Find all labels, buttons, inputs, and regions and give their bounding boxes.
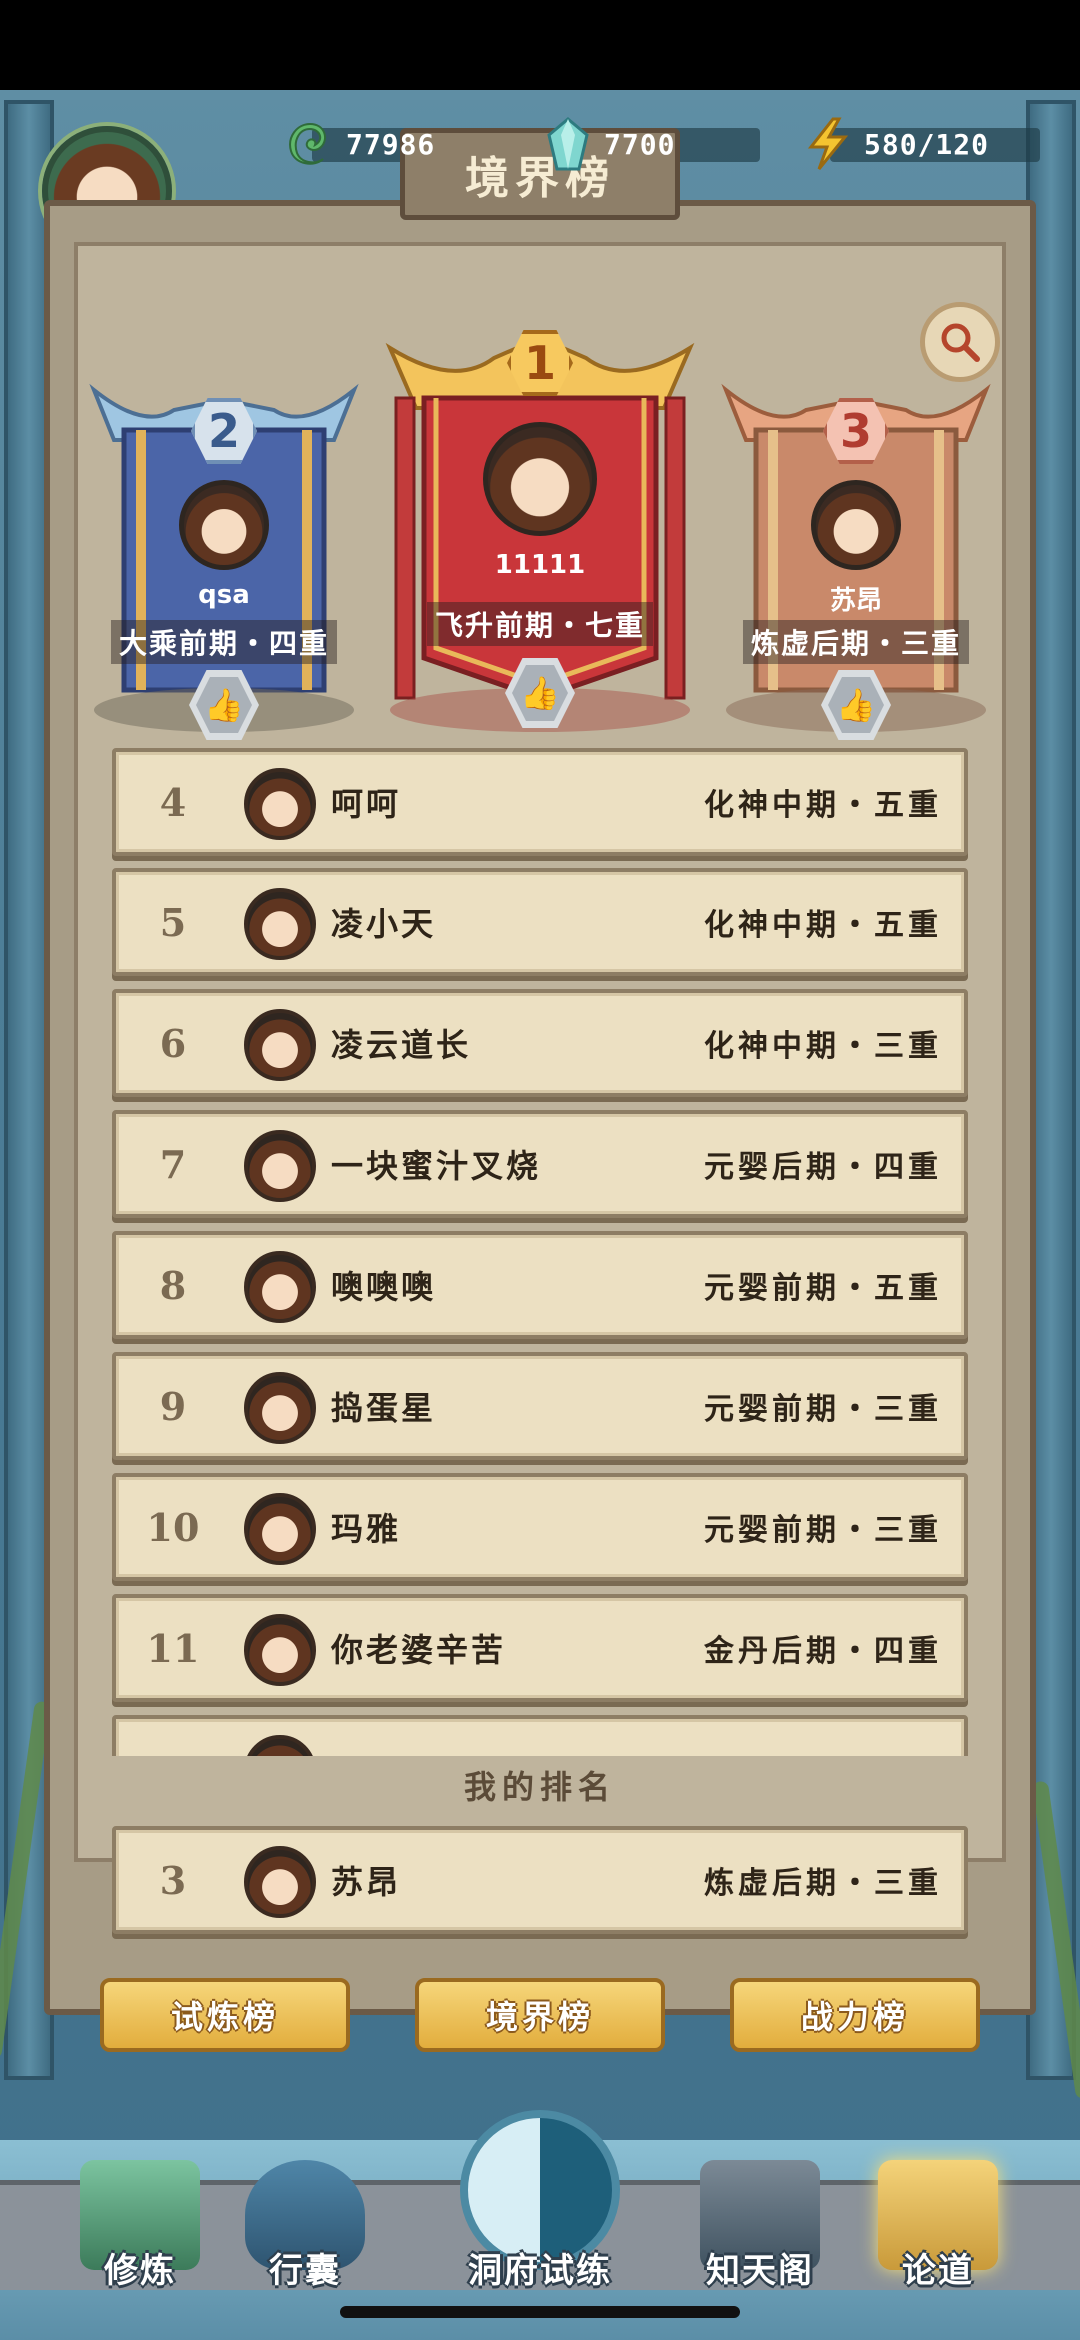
podium-realm: 炼虚后期・三重 — [742, 620, 970, 664]
energy-value: 580/120 — [864, 127, 990, 161]
podium-name: qsa — [198, 580, 250, 610]
avatar — [244, 1614, 316, 1686]
avatar — [483, 422, 597, 536]
avatar — [244, 1009, 316, 1081]
avatar — [179, 480, 269, 570]
row-rank: 7 — [159, 1141, 187, 1187]
nav-cultivate[interactable]: 修炼 — [50, 2150, 230, 2300]
status-bar — [0, 0, 1080, 90]
table-row[interactable] — [112, 1715, 968, 1756]
row-realm: 元婴前期・三重 — [704, 1513, 942, 1548]
row-rank: 6 — [159, 1020, 187, 1066]
jade-icon — [282, 116, 338, 172]
table-row[interactable]: 8 噢噢噢 元婴前期・五重 — [112, 1231, 968, 1339]
tab-power-ranking[interactable]: 战力榜 — [730, 1978, 980, 2052]
podium-rank-2[interactable]: 2 qsa 大乘前期・四重 👍 — [84, 370, 364, 740]
row-realm: 元婴前期・三重 — [704, 1392, 942, 1427]
avatar — [244, 768, 316, 840]
nav-pavilion[interactable]: 知天阁 — [670, 2150, 850, 2300]
avatar — [244, 1493, 316, 1565]
table-row[interactable]: 4 呵呵 化神中期・五重 — [112, 748, 968, 856]
tab-trial-ranking[interactable]: 试炼榜 — [100, 1978, 350, 2052]
nav-discourse[interactable]: 论道 — [848, 2150, 1028, 2300]
nav-label: 修炼 — [104, 2251, 176, 2291]
nav-label: 知天阁 — [706, 2251, 814, 2291]
row-name: 苏昂 — [331, 1863, 402, 1901]
row-name: 呵呵 — [331, 785, 402, 823]
row-name: 噢噢噢 — [331, 1268, 437, 1306]
tab-realm-ranking[interactable]: 境界榜 — [415, 1978, 665, 2052]
row-rank: 4 — [159, 779, 187, 825]
table-row[interactable]: 10 玛雅 元婴前期・三重 — [112, 1473, 968, 1581]
table-row[interactable]: 7 一块蜜汁叉烧 元婴后期・四重 — [112, 1110, 968, 1218]
row-name: 捣蛋星 — [331, 1389, 437, 1427]
crystal-value: 7700 — [604, 127, 676, 161]
row-rank: 10 — [146, 1504, 200, 1550]
avatar — [244, 1735, 316, 1756]
table-row[interactable]: 9 捣蛋星 元婴前期・三重 — [112, 1352, 968, 1460]
energy-resource: 580/120 — [800, 116, 1040, 172]
avatar — [244, 1251, 316, 1323]
podium-name: 11111 — [494, 550, 586, 580]
row-rank: 9 — [159, 1383, 187, 1429]
avatar — [244, 1846, 316, 1918]
rank-list[interactable]: 4 呵呵 化神中期・五重 5 凌小天 化神中期・五重 6 凌云道长 化神中期・三… — [112, 748, 968, 1756]
row-rank: 5 — [159, 899, 187, 945]
jade-value: 77986 — [346, 127, 436, 161]
row-rank: 8 — [159, 1262, 187, 1308]
row-name: 凌云道长 — [331, 1026, 472, 1064]
my-rank-label: 我的排名 — [463, 1768, 616, 1806]
avatar — [244, 888, 316, 960]
avatar — [244, 1372, 316, 1444]
my-rank-row[interactable]: 3 苏昂 炼虚后期・三重 — [112, 1826, 968, 1934]
podium-rank-1[interactable]: 1 11111 飞升前期・七重 👍 — [384, 318, 696, 738]
row-name: 你老婆辛苦 — [331, 1631, 507, 1669]
avatar — [811, 480, 901, 570]
nav-label: 论道 — [902, 2251, 974, 2291]
row-name: 一块蜜汁叉烧 — [331, 1147, 542, 1185]
row-realm: 化神中期・五重 — [704, 908, 942, 943]
row-realm: 元婴后期・四重 — [704, 1150, 942, 1185]
home-indicator[interactable] — [340, 2306, 740, 2318]
nav-bag[interactable]: 行囊 — [215, 2150, 395, 2300]
nav-cave-trial[interactable]: 洞府试练 — [420, 2150, 660, 2300]
crystal-icon — [540, 116, 596, 172]
table-row[interactable]: 5 凌小天 化神中期・五重 — [112, 868, 968, 976]
thumbs-up-icon: 👍 — [196, 677, 252, 733]
row-realm: 炼虚后期・三重 — [704, 1866, 942, 1901]
row-realm: 化神中期・三重 — [704, 1029, 942, 1064]
row-realm: 金丹后期・四重 — [704, 1634, 942, 1669]
table-row[interactable]: 11 你老婆辛苦 金丹后期・四重 — [112, 1594, 968, 1702]
nav-label: 洞府试练 — [468, 2251, 612, 2291]
thumbs-up-icon: 👍 — [512, 665, 568, 721]
podium-rank-3[interactable]: 3 苏昂 炼虚后期・三重 👍 — [716, 370, 996, 740]
nav-label: 行囊 — [269, 2251, 341, 2291]
row-realm: 化神中期・五重 — [704, 788, 942, 823]
search-icon — [941, 323, 980, 362]
lightning-icon — [800, 116, 856, 172]
row-name: 玛雅 — [331, 1510, 402, 1548]
podium-realm: 大乘前期・四重 — [110, 620, 338, 664]
avatar — [244, 1130, 316, 1202]
podium-name: 苏昂 — [829, 586, 882, 616]
row-realm: 元婴前期・五重 — [704, 1271, 942, 1306]
table-row[interactable]: 6 凌云道长 化神中期・三重 — [112, 989, 968, 1097]
row-rank: 11 — [146, 1625, 200, 1671]
row-rank: 3 — [159, 1857, 187, 1903]
podium-realm: 飞升前期・七重 — [426, 602, 654, 646]
row-name: 凌小天 — [331, 905, 437, 943]
thumbs-up-icon: 👍 — [828, 677, 884, 733]
